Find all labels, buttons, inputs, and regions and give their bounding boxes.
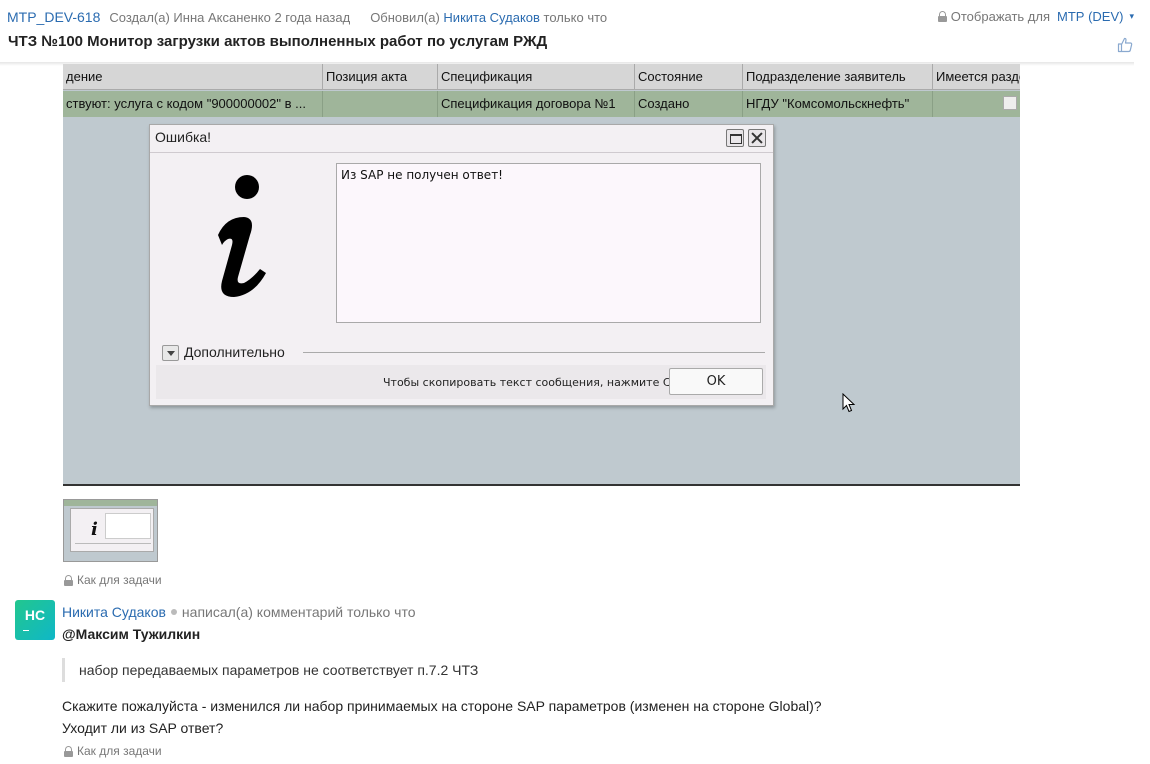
grid-cell: НГДУ "Комсомольскнефть" bbox=[743, 91, 933, 117]
comment-paragraph: Уходит ли из SAP ответ? bbox=[62, 720, 224, 736]
details-label: Дополнительно bbox=[184, 344, 285, 360]
grid-header: дение Позиция акта Спецификация Состояни… bbox=[63, 64, 1020, 90]
thumbnail-message-box bbox=[105, 513, 151, 539]
page-title: ЧТЗ №100 Монитор загрузки актов выполнен… bbox=[8, 33, 548, 50]
maximize-icon bbox=[726, 129, 744, 147]
lock-icon bbox=[64, 745, 73, 757]
status-dot-icon bbox=[170, 609, 177, 615]
visibility-value[interactable]: МТР (DEV) bbox=[1057, 9, 1123, 24]
grid-col-header: дение bbox=[63, 64, 323, 90]
attached-screenshot[interactable]: дение Позиция акта Спецификация Состояни… bbox=[63, 64, 1020, 486]
attachment-thumbnail[interactable]: i bbox=[63, 499, 158, 562]
mouse-cursor-icon bbox=[842, 393, 856, 413]
comment-quote: набор передаваемых параметров не соответ… bbox=[62, 658, 478, 682]
comment-mention[interactable]: @Максим Тужилкин bbox=[62, 626, 200, 642]
lock-icon bbox=[64, 574, 73, 586]
dialog-divider bbox=[150, 152, 773, 153]
checkbox-icon bbox=[1003, 96, 1017, 110]
issue-key-link[interactable]: MTP_DEV-618 bbox=[7, 9, 100, 25]
error-dialog: Ошибка! Из SAP не получен ответ! Дополни… bbox=[149, 124, 774, 406]
grid-cell-checkbox bbox=[933, 91, 1020, 117]
grid-col-header: Имеется разде bbox=[936, 69, 1020, 84]
attachment-visibility: Как для задачи bbox=[64, 573, 162, 587]
updated-author-link[interactable]: Никита Судаков bbox=[443, 10, 540, 25]
info-icon bbox=[218, 175, 266, 297]
dialog-title: Ошибка! bbox=[155, 129, 212, 145]
chevron-down-icon[interactable]: ▾ bbox=[1129, 11, 1134, 22]
visibility-selector[interactable]: Отображать для МТР (DEV) ▾ bbox=[937, 9, 1134, 24]
avatar-initials: НС bbox=[24, 607, 46, 623]
grid-cell: Создано bbox=[635, 91, 743, 117]
lock-icon bbox=[937, 11, 947, 22]
comment-action: написал(а) комментарий только что bbox=[181, 604, 416, 620]
comment-visibility: Как для задачи bbox=[64, 744, 162, 758]
thumbs-up-icon[interactable] bbox=[1117, 37, 1133, 53]
grid-col-header: Подразделение заявитель bbox=[743, 64, 933, 90]
ok-button: OK bbox=[669, 368, 763, 395]
updated-when: только что bbox=[543, 9, 608, 25]
comment-visibility-text: Как для задачи bbox=[77, 744, 162, 758]
copy-hint: Чтобы скопировать текст сообщения, нажми… bbox=[383, 376, 700, 389]
close-icon bbox=[748, 129, 766, 147]
updated-prefix: Обновил(а) bbox=[370, 9, 440, 25]
grid-row-selected: ствуют: услуга с кодом "900000002" в ...… bbox=[63, 91, 1020, 117]
comment-paragraph: Скажите пожалуйста - изменился ли набор … bbox=[62, 698, 822, 714]
avatar-underline bbox=[23, 630, 29, 631]
thumbnail-grid-row bbox=[64, 500, 157, 506]
issue-header-meta: MTP_DEV-618 Создал(а) Инна Аксаненко 2 г… bbox=[0, 0, 1150, 34]
created-text: Создал(а) Инна Аксаненко 2 года назад bbox=[109, 9, 351, 25]
grid-cell: Спецификация договора №1 bbox=[438, 91, 635, 117]
visibility-prefix: Отображать для bbox=[950, 9, 1051, 24]
thumbnail-info-icon: i bbox=[91, 519, 98, 540]
message-text-area: Из SAP не получен ответ! bbox=[336, 163, 761, 323]
grid-col-header: Позиция акта bbox=[323, 64, 438, 90]
thumbnail-dialog: i bbox=[70, 508, 154, 552]
grid-col-header: Состояние bbox=[635, 64, 743, 90]
details-divider bbox=[303, 352, 765, 353]
expand-details-icon bbox=[162, 345, 179, 361]
avatar[interactable]: НС bbox=[15, 600, 55, 640]
grid-cell bbox=[323, 91, 438, 117]
comment-header: Никита Судаков написал(а) комментарий то… bbox=[62, 604, 415, 620]
dialog-footer: Чтобы скопировать текст сообщения, нажми… bbox=[156, 365, 766, 399]
grid-col-header: Спецификация bbox=[438, 64, 635, 90]
comment-author-link[interactable]: Никита Судаков bbox=[62, 604, 166, 620]
thumbnail-divider bbox=[75, 543, 151, 544]
grid-cell: ствуют: услуга с кодом "900000002" в ... bbox=[63, 91, 323, 117]
attachment-visibility-text: Как для задачи bbox=[77, 573, 162, 587]
